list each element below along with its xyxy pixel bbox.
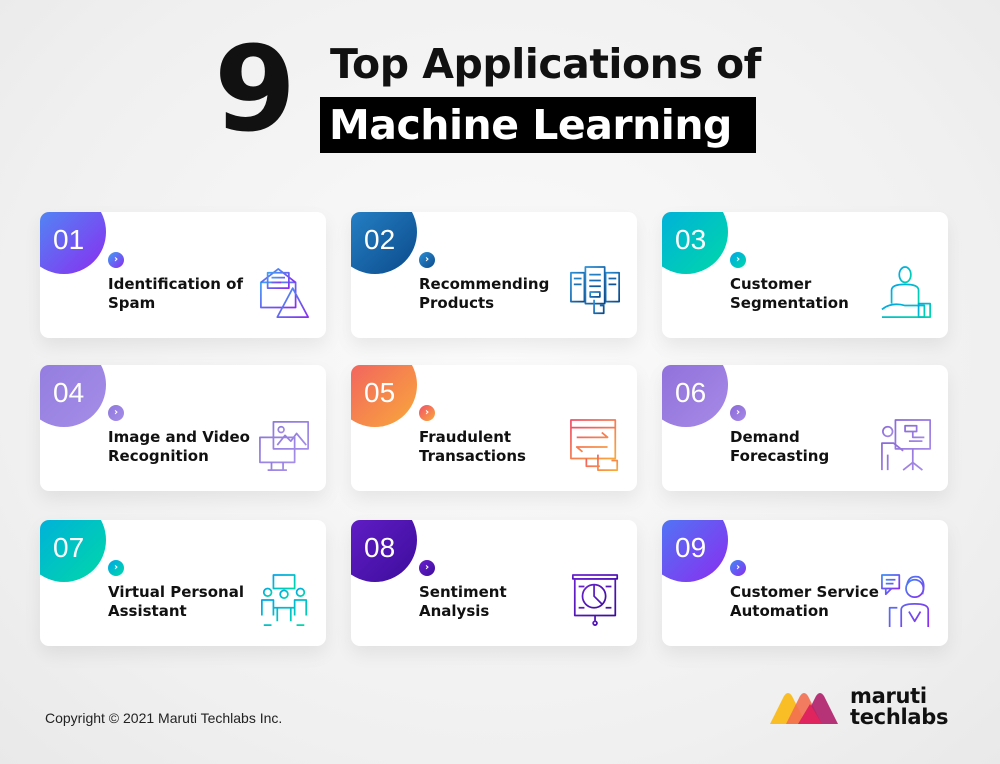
chevron-right-icon: › bbox=[108, 252, 124, 268]
meeting-assistant-icon bbox=[260, 574, 308, 626]
copyright: Copyright © 2021 Maruti Techlabs Inc. bbox=[45, 710, 283, 726]
application-card: 05 › Fraudulent Transactions bbox=[351, 365, 637, 491]
title-number: 9 bbox=[214, 20, 296, 158]
card-label: Customer Segmentation bbox=[730, 275, 849, 312]
card-number: 04 bbox=[53, 377, 85, 408]
maruti-techlabs-logo: maruti techlabs bbox=[768, 684, 958, 732]
card-number: 05 bbox=[364, 377, 396, 408]
card-number: 09 bbox=[675, 532, 707, 563]
card-label: Identification of Spam bbox=[108, 275, 243, 312]
chevron-right-icon: › bbox=[419, 405, 435, 421]
card-label: Customer Service Automation bbox=[730, 583, 879, 620]
spam-email-warning-icon bbox=[260, 268, 310, 318]
application-card: 02 › Recommending Products bbox=[351, 212, 637, 338]
card-label: Demand Forecasting bbox=[730, 428, 830, 465]
logo-line-2: techlabs bbox=[850, 705, 949, 729]
card-label: Image and Video Recognition bbox=[108, 428, 250, 465]
card-number: 03 bbox=[675, 224, 707, 255]
card-label: Virtual Personal Assistant bbox=[108, 583, 244, 620]
logo-mark-icon bbox=[770, 693, 838, 724]
chevron-right-icon: › bbox=[730, 560, 746, 576]
chevron-right-icon: › bbox=[419, 252, 435, 268]
card-label: Recommending Products bbox=[419, 275, 550, 312]
transaction-monitor-icon bbox=[570, 419, 619, 471]
pie-chart-board-icon bbox=[571, 574, 619, 626]
card-number: 07 bbox=[53, 532, 85, 563]
card-number: 01 bbox=[53, 224, 85, 255]
application-card: 01 › Identification of Spam bbox=[40, 212, 326, 338]
chevron-right-icon: › bbox=[730, 252, 746, 268]
title-line-1: Top Applications of bbox=[330, 40, 762, 88]
customer-hand-icon bbox=[881, 266, 932, 318]
chevron-right-icon: › bbox=[730, 405, 746, 421]
title-line-2: Machine Learning bbox=[320, 97, 756, 153]
card-label: Sentiment Analysis bbox=[419, 583, 507, 620]
card-number: 06 bbox=[675, 377, 707, 408]
product-recommendation-icon bbox=[570, 266, 621, 315]
presentation-board-icon bbox=[881, 419, 932, 471]
chevron-right-icon: › bbox=[108, 405, 124, 421]
application-card: 07 › Virtual Personal Assistant bbox=[40, 520, 326, 646]
logo-line-1: maruti bbox=[850, 684, 927, 708]
card-number: 08 bbox=[364, 532, 396, 563]
application-card: 04 › Image and Video Recognition bbox=[40, 365, 326, 491]
application-card: 03 › Customer Segmentation bbox=[662, 212, 948, 338]
application-card: 08 › Sentiment Analysis bbox=[351, 520, 637, 646]
application-card: 06 › Demand Forecasting bbox=[662, 365, 948, 491]
image-monitor-icon bbox=[259, 421, 310, 471]
card-label: Fraudulent Transactions bbox=[419, 428, 526, 465]
support-agent-icon bbox=[881, 574, 930, 628]
chevron-right-icon: › bbox=[108, 560, 124, 576]
card-number: 02 bbox=[364, 224, 396, 255]
chevron-right-icon: › bbox=[419, 560, 435, 576]
application-card: 09 › Customer Service Automation bbox=[662, 520, 948, 646]
